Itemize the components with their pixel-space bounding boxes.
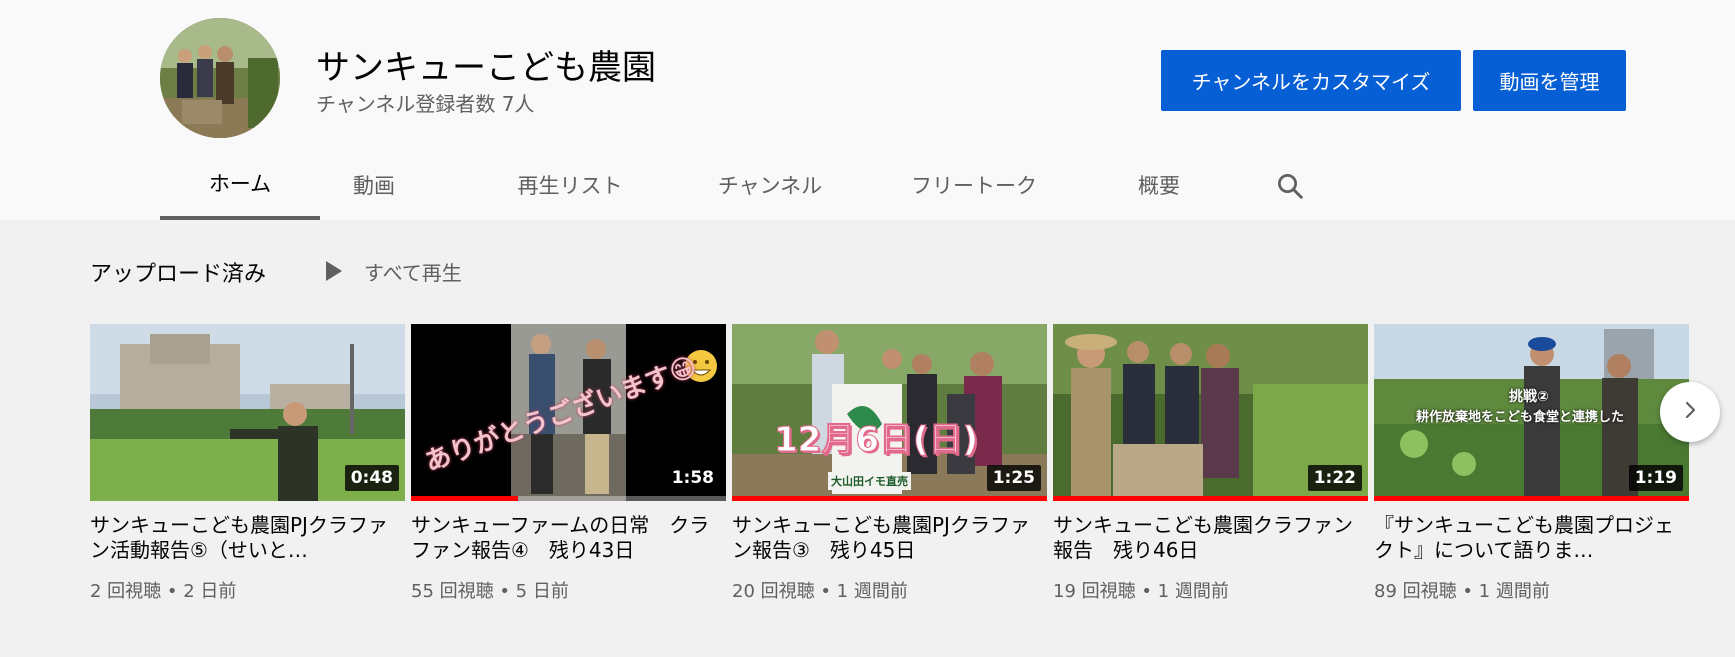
video-duration: 1:22	[1307, 465, 1362, 491]
search-icon[interactable]	[1270, 166, 1310, 206]
watch-progress-bar	[1053, 496, 1368, 501]
tab-community[interactable]: フリートーク	[904, 150, 1044, 220]
video-card[interactable]: 12月6日(日) 大山田イモ直売 1:25 サンキューこども農園PJクラファン報…	[732, 324, 1047, 603]
thumbnail-overlay-text: 挑戦②	[1509, 389, 1549, 405]
video-title[interactable]: サンキューこども農園クラファン報告 残り46日	[1053, 513, 1368, 563]
thumbnail-overlay-text: 12月6日(日)	[773, 420, 979, 461]
watch-progress-bar	[1374, 496, 1689, 501]
uploads-section-title[interactable]: アップロード済み	[90, 256, 266, 288]
thumbnail-sign-text: 大山田イモ直売	[828, 472, 911, 490]
play-all-button[interactable]: すべて再生	[326, 256, 462, 286]
video-title[interactable]: 『サンキューこども農園プロジェクト』について語りま…	[1374, 513, 1689, 563]
watch-progress-bar	[732, 496, 1047, 501]
video-duration: 1:58	[665, 465, 720, 491]
tab-channels[interactable]: チャンネル	[700, 150, 840, 220]
video-meta: 89 回視聴 • 1 週間前	[1374, 581, 1550, 602]
channel-header: サンキューこども農園 チャンネル登録者数 7人 チャンネルをカスタマイズ 動画を…	[0, 0, 1735, 220]
video-card[interactable]: ありがとうございます😁 1:58 サンキューファームの日常 クラファン報告④ 残…	[411, 324, 726, 603]
video-card[interactable]: 挑戦② 耕作放棄地をこども食堂と連携した 1:19 『サンキューこども農園プロジ…	[1374, 324, 1689, 603]
video-card[interactable]: 1:22 サンキューこども農園クラファン報告 残り46日 19 回視聴 • 1 …	[1053, 324, 1368, 603]
video-duration: 0:48	[344, 465, 399, 491]
video-thumbnail[interactable]: 12月6日(日) 大山田イモ直売 1:25	[732, 324, 1047, 501]
tab-videos[interactable]: 動画	[342, 150, 406, 220]
play-icon	[326, 261, 342, 281]
video-card[interactable]: 0:48 サンキューこども農園PJクラファン活動報告⑤（せいと… 2 回視聴 •…	[90, 324, 405, 603]
subscriber-count: チャンネル登録者数 7人	[316, 92, 535, 116]
video-duration: 1:25	[986, 465, 1041, 491]
video-title[interactable]: サンキューこども農園PJクラファン活動報告⑤（せいと…	[90, 513, 405, 563]
play-all-label: すべて再生	[364, 260, 462, 285]
chevron-right-icon	[1678, 398, 1702, 426]
channel-avatar[interactable]	[160, 18, 280, 138]
watch-progress-bar	[411, 496, 519, 501]
carousel-next-button[interactable]	[1660, 382, 1720, 442]
tab-about[interactable]: 概要	[1122, 150, 1196, 220]
tab-home[interactable]: ホーム	[160, 150, 320, 220]
video-thumbnail[interactable]: 挑戦② 耕作放棄地をこども食堂と連携した 1:19	[1374, 324, 1689, 501]
video-title[interactable]: サンキューこども農園PJクラファン報告③ 残り45日	[732, 513, 1047, 563]
manage-videos-button[interactable]: 動画を管理	[1473, 50, 1626, 111]
video-title[interactable]: サンキューファームの日常 クラファン報告④ 残り43日	[411, 513, 726, 563]
video-meta: 19 回視聴 • 1 週間前	[1053, 581, 1229, 602]
video-thumbnail[interactable]: ありがとうございます😁 1:58	[411, 324, 726, 501]
video-meta: 55 回視聴 • 5 日前	[411, 581, 569, 602]
video-thumbnail[interactable]: 0:48	[90, 324, 405, 501]
video-meta: 2 回視聴 • 2 日前	[90, 581, 237, 602]
thumbnail-overlay-subtext: 耕作放棄地をこども食堂と連携した	[1416, 410, 1625, 425]
video-duration: 1:19	[1628, 465, 1683, 491]
video-meta: 20 回視聴 • 1 週間前	[732, 581, 908, 602]
channel-name: サンキューこども農園	[316, 48, 656, 88]
customize-channel-button[interactable]: チャンネルをカスタマイズ	[1161, 50, 1461, 111]
video-thumbnail[interactable]: 1:22	[1053, 324, 1368, 501]
tab-playlists[interactable]: 再生リスト	[500, 150, 640, 220]
